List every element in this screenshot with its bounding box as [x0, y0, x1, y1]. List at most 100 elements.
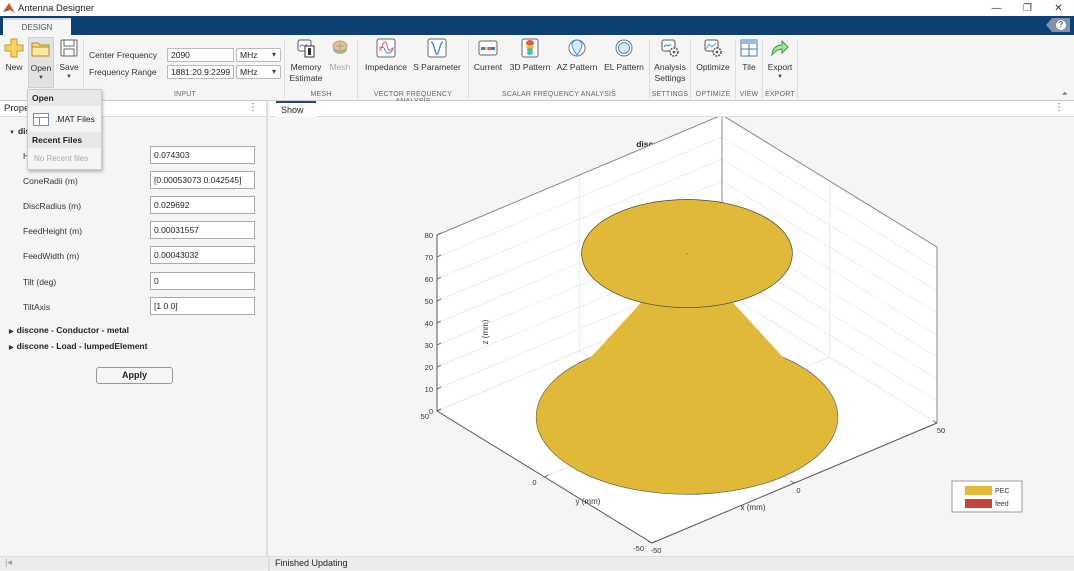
- open-menu-header: Open: [28, 90, 101, 106]
- az-pattern-label: AZ Pattern: [556, 62, 598, 72]
- document-options-icon[interactable]: ⋮: [1054, 102, 1064, 113]
- save-label: Save: [59, 62, 79, 72]
- tab-show[interactable]: Show: [276, 101, 316, 117]
- z-tick-label: 60: [425, 275, 433, 284]
- floppy-disk-icon: [58, 37, 80, 59]
- table-icon: [33, 112, 49, 126]
- legend-label-feed: feed: [995, 501, 1009, 508]
- property-disc-radius-input[interactable]: 0.029692: [150, 196, 255, 214]
- x-axis-label: x (mm): [741, 503, 766, 512]
- tile-button[interactable]: Tile: [738, 37, 760, 73]
- z-tick-label: 0: [429, 407, 433, 416]
- tile-label: Tile: [742, 62, 756, 72]
- property-label: FeedWidth (m): [23, 251, 80, 261]
- center-frequency-input[interactable]: 2090: [167, 48, 234, 62]
- tile-grid-icon: [738, 37, 760, 59]
- memory-estimate-icon: [295, 37, 317, 59]
- mesh-icon: [329, 37, 351, 59]
- panel-options-icon[interactable]: ⋮: [248, 102, 258, 113]
- expand-right-icon: ▶: [9, 345, 14, 351]
- document-area: Show ⋮ discone antenna element 010203040…: [270, 101, 1074, 556]
- property-cone-radii-input[interactable]: [0.00053073 0.042545]: [150, 171, 255, 189]
- z-tick-label: 40: [425, 319, 433, 328]
- optimize-icon: [702, 37, 724, 59]
- property-tilt-input[interactable]: 0: [150, 272, 255, 290]
- separator: [797, 39, 798, 99]
- z-tick-label: 30: [425, 341, 433, 350]
- memory-estimate-button[interactable]: Memory Estimate: [288, 37, 324, 84]
- export-label: Export: [767, 62, 793, 72]
- separator: [284, 39, 285, 99]
- current-label: Current: [473, 62, 503, 72]
- center-frequency-unit-select[interactable]: MHz: [236, 48, 281, 62]
- optimize-button[interactable]: Optimize: [695, 37, 731, 73]
- apply-button[interactable]: Apply: [96, 367, 173, 384]
- group-label-optimize: OPTIMIZE: [695, 91, 731, 98]
- restore-button[interactable]: ❐: [1012, 0, 1043, 16]
- title-bar: Antenna Designer — ❐ ✕: [0, 0, 1074, 16]
- analysis-settings-button[interactable]: Analysis Settings: [653, 37, 687, 84]
- optimize-label: Optimize: [696, 62, 730, 72]
- ribbon-tab-strip: DESIGN ?: [0, 16, 1074, 35]
- help-button[interactable]: ?: [1046, 18, 1070, 32]
- analysis-settings-label-1: Analysis: [654, 62, 686, 72]
- tab-design[interactable]: DESIGN: [3, 18, 71, 35]
- ribbon: New Open ▼ Save ▼ Center Frequency Frequ…: [0, 35, 1074, 105]
- menu-item-mat-files[interactable]: .MAT Files: [28, 106, 101, 132]
- save-button[interactable]: Save ▼: [58, 37, 80, 81]
- separator: [735, 39, 736, 99]
- separator: [690, 39, 691, 99]
- impedance-button[interactable]: Impedance: [364, 37, 408, 73]
- frequency-range-input[interactable]: 1881:20.9:2299: [167, 65, 234, 79]
- mesh-button[interactable]: Mesh: [328, 37, 352, 73]
- el-pattern-label: EL Pattern: [604, 62, 644, 72]
- export-button[interactable]: Export ▼: [766, 37, 794, 81]
- open-button[interactable]: Open ▼: [28, 37, 54, 88]
- status-divider: [268, 557, 270, 571]
- separator: [357, 39, 358, 99]
- current-distribution-icon: [477, 37, 499, 59]
- antenna-3d-plot[interactable]: discone antenna element 0102030405060708…: [270, 117, 1074, 556]
- export-arrow-icon: [769, 37, 791, 59]
- property-tilt-axis-input[interactable]: [1 0 0]: [150, 297, 255, 315]
- legend-swatch-feed: [965, 499, 992, 508]
- x-tick-label: 50: [937, 426, 945, 435]
- plus-icon: [3, 37, 25, 59]
- feed-point: [686, 252, 688, 255]
- separator: [649, 39, 650, 99]
- 3d-pattern-button[interactable]: 3D Pattern: [509, 37, 551, 73]
- new-button[interactable]: New: [3, 37, 25, 73]
- z-tick-label: 20: [425, 363, 433, 372]
- properties-title: Prope: [4, 103, 30, 114]
- folder-icon: [30, 38, 52, 60]
- current-button[interactable]: Current: [473, 37, 503, 73]
- el-pattern-button[interactable]: EL Pattern: [603, 37, 645, 73]
- z-tick-label: 50: [425, 297, 433, 306]
- s-parameter-button[interactable]: S Parameter: [413, 37, 461, 73]
- document-tab-bar: Show ⋮: [270, 101, 1074, 117]
- collapse-panel-icon[interactable]: |◂: [5, 557, 12, 568]
- y-tick-label: 50: [421, 412, 429, 421]
- impedance-plot-icon: [375, 37, 397, 59]
- analysis-settings-label-2: Settings: [654, 73, 686, 83]
- open-menu: Open .MAT Files Recent Files No Recent f…: [27, 89, 102, 170]
- section-conductor[interactable]: ▶ discone - Conductor - metal: [9, 325, 129, 335]
- collapse-ribbon-icon[interactable]: ⏶: [1062, 89, 1068, 99]
- minimize-button[interactable]: —: [981, 0, 1012, 16]
- property-label: TiltAxis: [23, 302, 51, 312]
- mesh-label: Mesh: [329, 62, 351, 72]
- property-feed-height-input[interactable]: 0.00031557: [150, 221, 255, 239]
- 3d-pattern-icon: [519, 37, 541, 59]
- matlab-logo-icon: [3, 3, 15, 13]
- y-axis-label: y (mm): [576, 497, 601, 506]
- property-height-input[interactable]: 0.074303: [150, 146, 255, 164]
- center-frequency-label: Center Frequency: [89, 50, 158, 60]
- frequency-range-unit-select[interactable]: MHz: [236, 65, 281, 79]
- az-pattern-button[interactable]: AZ Pattern: [556, 37, 598, 73]
- property-label: FeedHeight (m): [23, 226, 83, 236]
- help-icon: ?: [1056, 20, 1066, 30]
- property-feed-width-input[interactable]: 0.00043032: [150, 246, 255, 264]
- close-button[interactable]: ✕: [1043, 0, 1074, 16]
- section-load[interactable]: ▶ discone - Load - lumpedElement: [9, 341, 147, 351]
- z-axis-label: z (mm): [481, 319, 490, 344]
